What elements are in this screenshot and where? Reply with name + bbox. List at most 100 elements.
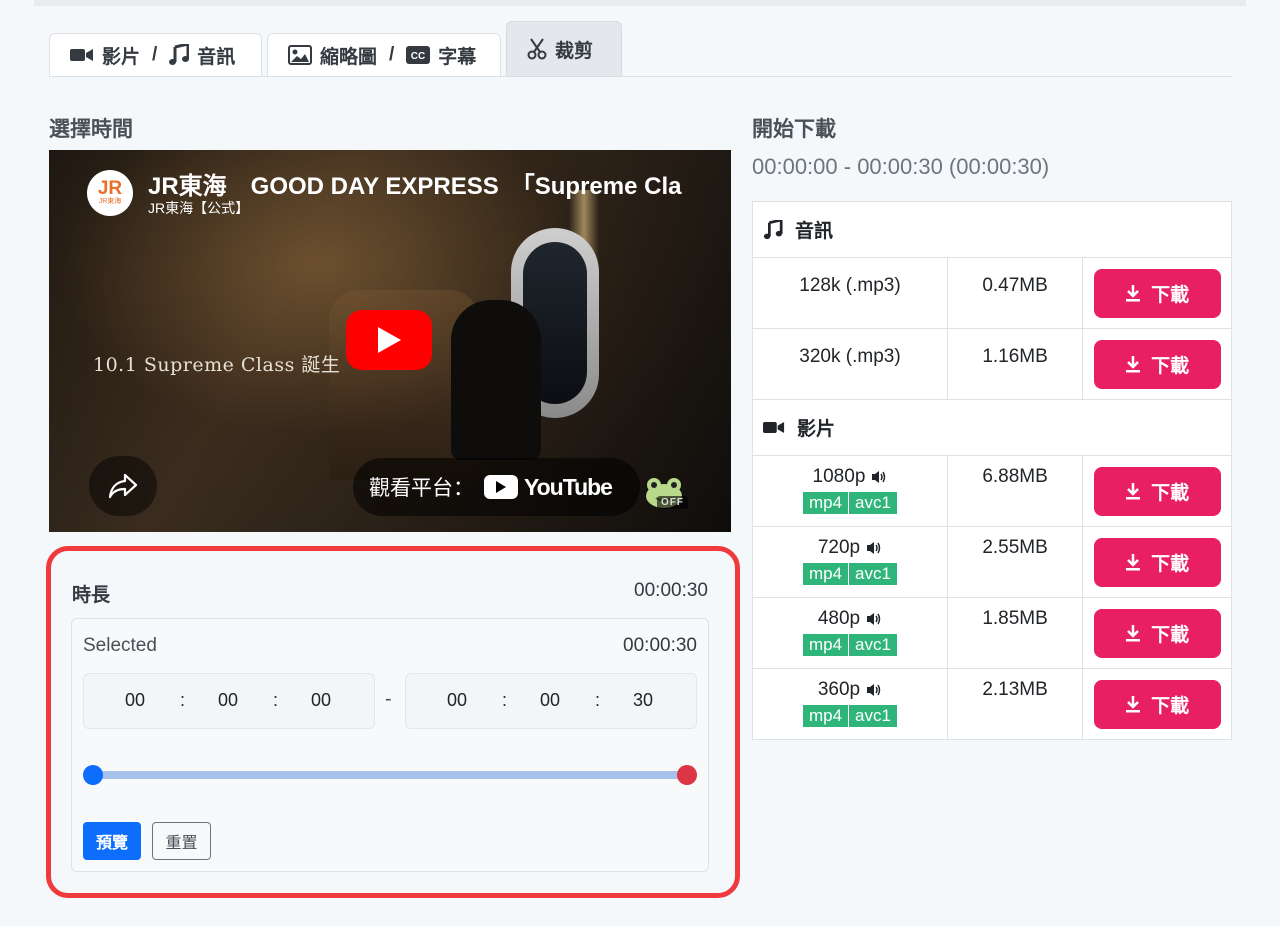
download-button[interactable]: 下載: [1093, 466, 1221, 516]
download-icon: [1126, 483, 1141, 500]
file-size: 6.88MB: [982, 466, 1048, 487]
video-quality: 360p: [817, 679, 861, 700]
download-icon: [1126, 554, 1141, 571]
reset-button[interactable]: 重置: [152, 822, 211, 860]
play-button[interactable]: [346, 310, 432, 370]
top-strip: [34, 0, 1246, 6]
file-size: 0.47MB: [982, 275, 1048, 296]
start-hours[interactable]: 00: [125, 690, 145, 711]
tab-label: 縮略圖: [320, 46, 378, 68]
selected-label: Selected: [83, 635, 157, 656]
cc-icon: CC: [406, 46, 431, 64]
tab-video-audio[interactable]: 影片 / 音訊: [49, 33, 262, 77]
start-seconds[interactable]: 00: [311, 690, 331, 711]
colon: :: [595, 690, 601, 710]
tab-label: 字幕: [438, 46, 477, 68]
codec-badge: avc1: [848, 563, 897, 585]
file-size: 1.16MB: [982, 346, 1048, 367]
youtube-play-icon: [484, 475, 518, 499]
range-dash: -: [385, 688, 392, 710]
video-section-header: 影片: [752, 399, 1232, 456]
table-row: 1080p mp4 avc1 6.88MB 下載: [752, 455, 1232, 527]
start-time-input[interactable]: 00 : 00 : 00: [83, 673, 375, 729]
tab-separator: /: [152, 44, 158, 65]
scissors-icon: [527, 38, 547, 60]
download-button[interactable]: 下載: [1093, 268, 1221, 318]
selected-range-text: 00:00:00 - 00:00:30 (00:00:30): [752, 154, 1050, 179]
download-button[interactable]: 下載: [1093, 608, 1221, 658]
container-badge: mp4: [802, 492, 849, 514]
table-row: 720p mp4 avc1 2.55MB 下載: [752, 526, 1232, 598]
file-size: 2.55MB: [982, 537, 1048, 558]
download-table: 音訊 128k (.mp3) 0.47MB 下載 320k (.mp3) 1.1…: [752, 201, 1232, 740]
music-note-icon: [169, 44, 190, 66]
colon: :: [502, 690, 508, 710]
channel-name[interactable]: JR東海【公式】: [148, 198, 249, 218]
audio-section-header: 音訊: [752, 201, 1232, 258]
svg-text:CC: CC: [411, 51, 425, 62]
music-note-icon: [763, 219, 783, 239]
file-size: 1.85MB: [982, 608, 1048, 629]
container-badge: mp4: [802, 634, 849, 656]
preview-button[interactable]: 預覽: [83, 822, 141, 860]
video-quality: 480p: [817, 608, 861, 629]
download-button[interactable]: 下載: [1093, 537, 1221, 587]
video-overlay-text: 10.1 Supreme Class 誕生: [93, 354, 341, 376]
codec-badge: avc1: [848, 634, 897, 656]
tab-separator: /: [389, 44, 395, 65]
tab-label: 裁剪: [555, 40, 594, 62]
container-badge: mp4: [802, 705, 849, 727]
download-button[interactable]: 下載: [1093, 339, 1221, 389]
share-icon: [108, 473, 138, 499]
image-icon: [288, 45, 312, 65]
video-quality: 720p: [817, 537, 861, 558]
audio-heading: 音訊: [795, 221, 834, 242]
tab-bar: 影片 / 音訊 縮略圖 / CC 字幕 裁剪: [49, 19, 1232, 77]
tab-label: 影片: [102, 46, 141, 68]
start-download-title: 開始下載: [752, 118, 836, 141]
download-icon: [1126, 285, 1141, 302]
range-slider-track[interactable]: [92, 771, 687, 779]
audio-quality: 320k (.mp3): [799, 346, 901, 367]
selected-value: 00:00:30: [623, 635, 697, 656]
download-icon: [1126, 625, 1141, 642]
range-slider-start-handle[interactable]: [83, 765, 103, 785]
duration-value: 00:00:30: [634, 580, 708, 601]
video-camera-icon: [70, 47, 94, 63]
download-icon: [1126, 356, 1141, 373]
table-row: 128k (.mp3) 0.47MB 下載: [752, 257, 1232, 329]
video-title[interactable]: JR東海 GOOD DAY EXPRESS 「Supreme Cla: [148, 166, 708, 201]
audio-quality: 128k (.mp3): [799, 275, 901, 296]
select-time-title: 選擇時間: [49, 118, 133, 141]
speaker-icon: [867, 613, 881, 625]
codec-badge: avc1: [848, 705, 897, 727]
video-player[interactable]: JR JR東海 JR東海 GOOD DAY EXPRESS 「Supreme C…: [49, 150, 731, 532]
channel-avatar[interactable]: JR JR東海: [87, 170, 133, 216]
speaker-icon: [867, 684, 881, 696]
watch-on-label: 觀看平台：: [369, 477, 474, 500]
end-hours[interactable]: 00: [447, 690, 467, 711]
video-heading: 影片: [797, 419, 836, 440]
file-size: 2.13MB: [982, 679, 1048, 700]
start-minutes[interactable]: 00: [218, 690, 238, 711]
tab-trim[interactable]: 裁剪: [506, 21, 622, 77]
end-minutes[interactable]: 00: [540, 690, 560, 711]
colon: :: [273, 690, 279, 710]
tab-thumbnail-subtitle[interactable]: 縮略圖 / CC 字幕: [267, 33, 501, 77]
play-icon: [378, 327, 401, 353]
download-icon: [1126, 696, 1141, 713]
colon: :: [180, 690, 186, 710]
end-seconds[interactable]: 30: [633, 690, 653, 711]
watch-on-youtube[interactable]: 觀看平台： YouTube: [353, 458, 640, 516]
video-quality: 1080p: [812, 466, 866, 487]
speaker-icon: [872, 471, 886, 483]
end-time-input[interactable]: 00 : 00 : 30: [405, 673, 697, 729]
codec-badge: avc1: [848, 492, 897, 514]
share-button[interactable]: [89, 456, 157, 516]
range-slider-end-handle[interactable]: [677, 765, 697, 785]
speaker-icon: [867, 542, 881, 554]
download-button[interactable]: 下載: [1093, 679, 1221, 729]
youtube-logo: YouTube: [484, 474, 613, 501]
video-camera-icon: [763, 422, 785, 433]
cc-off-badge: OFF: [657, 496, 688, 509]
